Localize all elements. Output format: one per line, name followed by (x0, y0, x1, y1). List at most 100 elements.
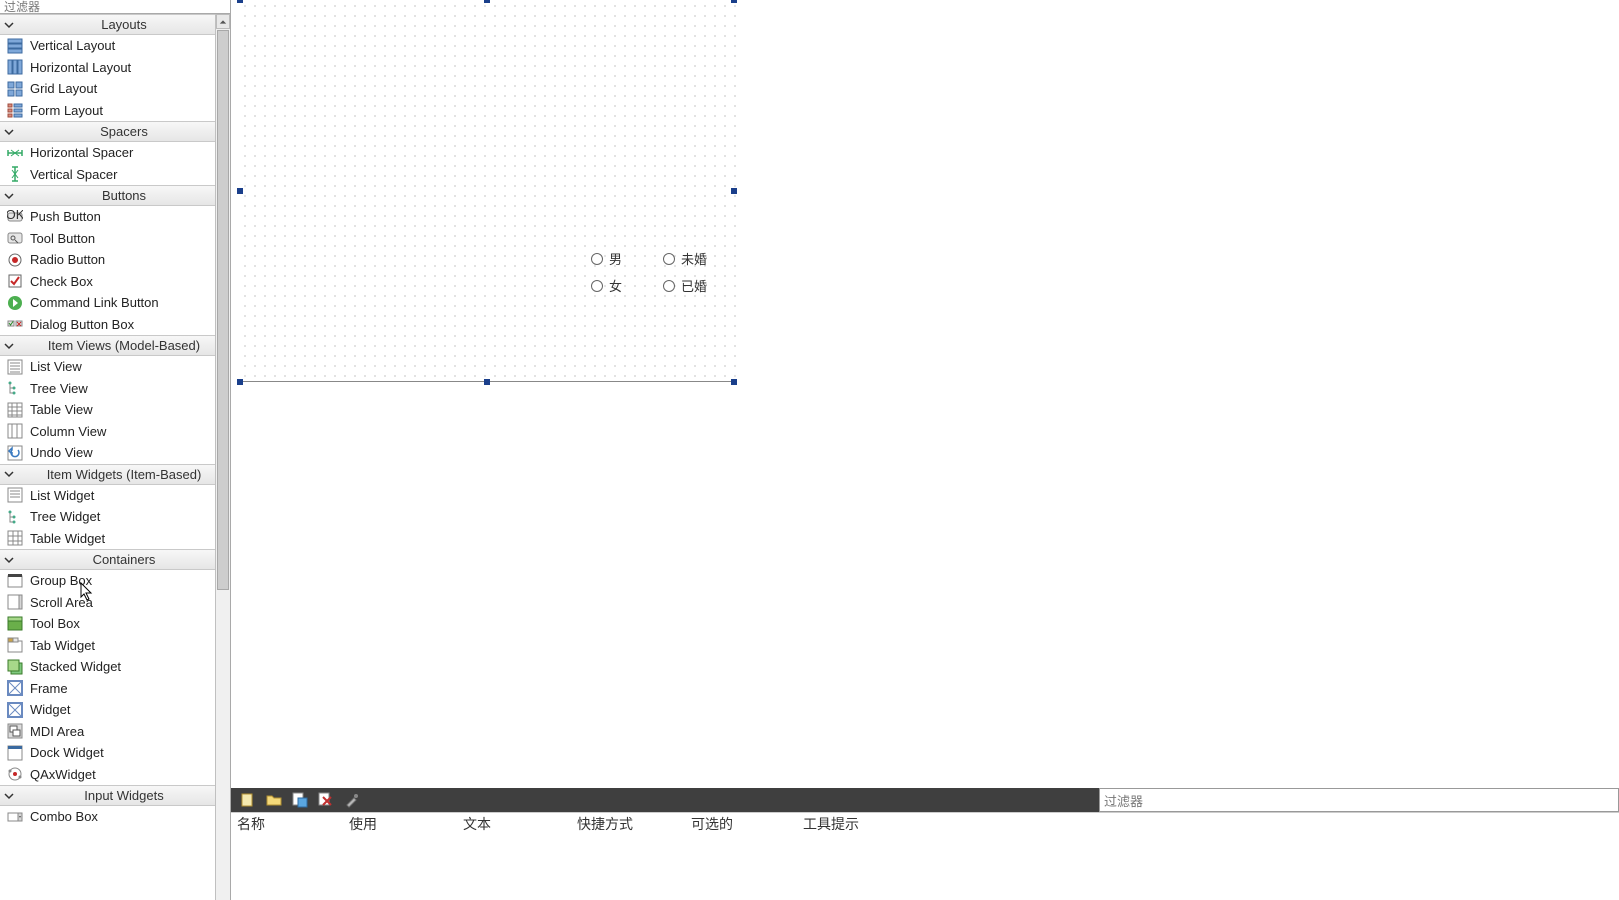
command-link-icon (6, 294, 24, 312)
category-label: Layouts (18, 17, 230, 32)
widget-item[interactable]: Tab Widget (0, 635, 230, 657)
edit-action-icon[interactable] (291, 791, 309, 809)
widget-item[interactable]: Horizontal Layout (0, 57, 230, 79)
widget-item[interactable]: Combo Box (0, 806, 230, 828)
widget-item[interactable]: Tool Button (0, 228, 230, 250)
widget-item[interactable]: Table View (0, 399, 230, 421)
column-header[interactable]: 可选的 (685, 814, 797, 834)
widget-item[interactable]: Stacked Widget (0, 656, 230, 678)
widget-item[interactable]: Tree Widget (0, 506, 230, 528)
radio-circle-icon (591, 253, 603, 265)
selection-handle[interactable] (731, 0, 737, 3)
widget-item-label: Stacked Widget (30, 659, 121, 674)
widget-item[interactable]: Undo View (0, 442, 230, 464)
widget-item[interactable]: QAxWidget (0, 764, 230, 786)
widget-item-label: Check Box (30, 274, 93, 289)
scrollbar-thumb[interactable] (217, 30, 229, 590)
widget-item[interactable]: Widget (0, 699, 230, 721)
widget-item[interactable]: Horizontal Spacer (0, 142, 230, 164)
form-radio-button[interactable]: 男 (591, 249, 622, 268)
column-header[interactable]: 快捷方式 (571, 814, 685, 834)
widget-item[interactable]: Scroll Area (0, 592, 230, 614)
category-header[interactable]: Containers (0, 549, 230, 570)
new-action-icon[interactable] (239, 791, 257, 809)
widget-item-label: List Widget (30, 488, 94, 503)
widget-item-label: Tree View (30, 381, 88, 396)
form-canvas[interactable]: 男 未婚女 已婚 (231, 0, 1619, 788)
action-editor-panel: 过滤器 名称 使用 文本 快捷方式 可选的 工具提示 (231, 788, 1619, 900)
widget-item-label: Widget (30, 702, 70, 717)
category-header[interactable]: Item Views (Model-Based) (0, 335, 230, 356)
widget-tree[interactable]: LayoutsVertical LayoutHorizontal LayoutG… (0, 14, 230, 900)
scroll-up-icon[interactable] (216, 14, 230, 29)
column-header[interactable]: 文本 (457, 814, 571, 834)
widget-item[interactable]: Dialog Button Box (0, 314, 230, 336)
layout-grid-icon (6, 80, 24, 98)
widget-item[interactable]: Group Box (0, 570, 230, 592)
widget-item-label: Table View (30, 402, 93, 417)
widget-item[interactable]: Table Widget (0, 528, 230, 550)
widget-item[interactable]: Dock Widget (0, 742, 230, 764)
widget-item[interactable]: Check Box (0, 271, 230, 293)
dock-widget-icon (6, 744, 24, 762)
category-header[interactable]: Buttons (0, 185, 230, 206)
widget-item[interactable]: Column View (0, 421, 230, 443)
category-header[interactable]: Item Widgets (Item-Based) (0, 464, 230, 485)
widget-item[interactable]: Frame (0, 678, 230, 700)
selection-handle[interactable] (237, 188, 243, 194)
open-icon[interactable] (265, 791, 283, 809)
widget-item-label: Tree Widget (30, 509, 100, 524)
action-editor-filter-input[interactable]: 过滤器 (1099, 788, 1619, 812)
delete-action-icon[interactable] (317, 791, 335, 809)
widget-item[interactable]: Form Layout (0, 100, 230, 122)
widget-item[interactable]: Radio Button (0, 249, 230, 271)
chevron-down-icon (0, 20, 18, 30)
action-editor-toolbar: 过滤器 (231, 788, 1619, 812)
widget-item[interactable]: Tool Box (0, 613, 230, 635)
widget-item[interactable]: List View (0, 356, 230, 378)
widget-filter-input[interactable]: 过滤器 (0, 0, 230, 14)
stacked-widget-icon (6, 658, 24, 676)
widget-item-label: Form Layout (30, 103, 103, 118)
selection-handle[interactable] (237, 0, 243, 3)
svg-text:OK: OK (7, 209, 23, 222)
selection-handle[interactable] (484, 379, 490, 385)
widget-item[interactable]: Vertical Spacer (0, 164, 230, 186)
widget-item-label: Vertical Layout (30, 38, 115, 53)
form-radio-button[interactable]: 未婚 (663, 249, 707, 268)
configure-icon[interactable] (343, 791, 361, 809)
column-header[interactable]: 工具提示 (797, 814, 1619, 834)
column-header[interactable]: 使用 (343, 814, 457, 834)
widget-item[interactable]: OK Push Button (0, 206, 230, 228)
selection-handle[interactable] (484, 0, 490, 3)
widget-item[interactable]: Tree View (0, 378, 230, 400)
category-header[interactable]: Spacers (0, 121, 230, 142)
category-header[interactable]: Layouts (0, 14, 230, 35)
widget-item-label: Column View (30, 424, 106, 439)
selection-handle[interactable] (731, 188, 737, 194)
widget-item[interactable]: Vertical Layout (0, 35, 230, 57)
action-table-body[interactable] (231, 834, 1619, 898)
form-radio-button[interactable]: 女 (591, 276, 622, 295)
widget-item[interactable]: Command Link Button (0, 292, 230, 314)
widget-item[interactable]: Grid Layout (0, 78, 230, 100)
column-header[interactable]: 名称 (231, 814, 343, 834)
form-selection-grid[interactable] (239, 0, 737, 383)
layout-horizontal-icon (6, 58, 24, 76)
widget-item[interactable]: MDI Area (0, 721, 230, 743)
widget-item[interactable]: List Widget (0, 485, 230, 507)
widget-item-label: Push Button (30, 209, 101, 224)
category-label: Containers (18, 552, 230, 567)
widget-item-label: Undo View (30, 445, 93, 460)
radio-circle-icon (663, 280, 675, 292)
widget-item-label: Table Widget (30, 531, 105, 546)
tool-button-icon (6, 229, 24, 247)
form-radio-button[interactable]: 已婚 (663, 276, 707, 295)
selection-handle[interactable] (731, 379, 737, 385)
widget-item-label: Scroll Area (30, 595, 93, 610)
widget-item-label: Combo Box (30, 809, 98, 824)
category-header[interactable]: Input Widgets (0, 785, 230, 806)
widget-tree-scrollbar[interactable] (215, 14, 230, 900)
widget-item-label: Tool Box (30, 616, 80, 631)
selection-handle[interactable] (237, 379, 243, 385)
